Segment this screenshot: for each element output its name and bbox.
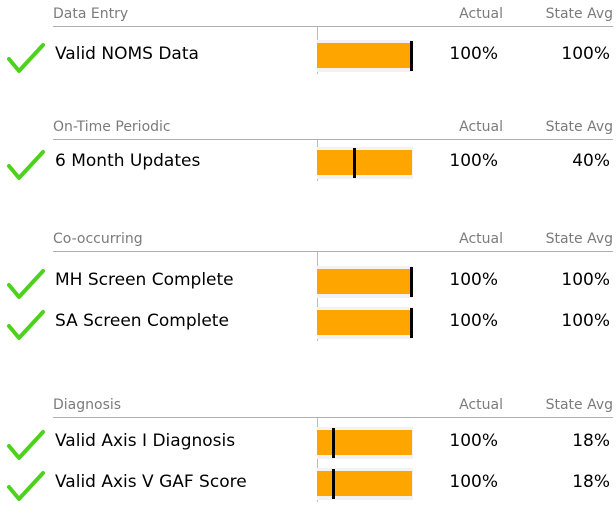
state-avg-column-header: State Avg [545,397,613,413]
state-avg-marker [332,469,335,499]
actual-column-header: Actual [459,397,503,413]
actual-bar [317,269,412,294]
actual-column-header: Actual [459,119,503,135]
state-avg-marker [410,267,413,297]
state-avg-value: 100% [561,44,610,64]
section-title: Data Entry [53,6,129,22]
section-header: On-Time Periodic Actual State Avg [53,119,613,140]
metric-label: Valid Axis V GAF Score [55,472,247,492]
state-avg-value: 40% [572,151,610,171]
state-avg-marker [410,308,413,338]
state-avg-column-header: State Avg [545,6,613,22]
state-avg-column-header: State Avg [545,119,613,135]
metric-label: SA Screen Complete [55,311,229,331]
actual-value: 100% [449,311,498,331]
actual-value: 100% [449,472,498,492]
actual-value: 100% [449,431,498,451]
metric-row: Valid Axis V GAF Score 100% 18% [0,468,616,502]
check-icon [6,429,46,461]
state-avg-marker [332,428,335,458]
check-icon [6,470,46,502]
state-avg-marker [353,148,356,178]
check-icon [6,268,46,300]
metric-label: Valid Axis I Diagnosis [55,431,236,451]
state-avg-value: 100% [561,311,610,331]
metric-row: 6 Month Updates 100% 40% [0,147,616,181]
section-title: Co-occurring [53,231,143,247]
check-icon [6,42,46,74]
section-header: Data Entry Actual State Avg [53,6,613,27]
actual-value: 100% [449,44,498,64]
actual-value: 100% [449,151,498,171]
actual-column-header: Actual [459,231,503,247]
metric-row: MH Screen Complete 100% 100% [0,266,616,300]
metric-label: 6 Month Updates [55,151,201,171]
state-avg-value: 18% [572,472,610,492]
section-title: Diagnosis [53,397,122,413]
metric-row: SA Screen Complete 100% 100% [0,307,616,341]
section-title: On-Time Periodic [53,119,171,135]
metric-row: Valid Axis I Diagnosis 100% 18% [0,427,616,461]
actual-value: 100% [449,270,498,290]
check-icon [6,309,46,341]
state-avg-value: 18% [572,431,610,451]
actual-bar [317,150,412,175]
metric-row: Valid NOMS Data 100% 100% [0,40,616,74]
metric-label: MH Screen Complete [55,270,234,290]
state-avg-value: 100% [561,270,610,290]
state-avg-marker [410,41,413,71]
actual-bar [317,43,412,68]
check-icon [6,149,46,181]
actual-bar [317,310,412,335]
state-avg-column-header: State Avg [545,231,613,247]
metric-label: Valid NOMS Data [55,44,199,64]
section-header: Co-occurring Actual State Avg [53,231,613,252]
section-header: Diagnosis Actual State Avg [53,397,613,418]
actual-column-header: Actual [459,6,503,22]
